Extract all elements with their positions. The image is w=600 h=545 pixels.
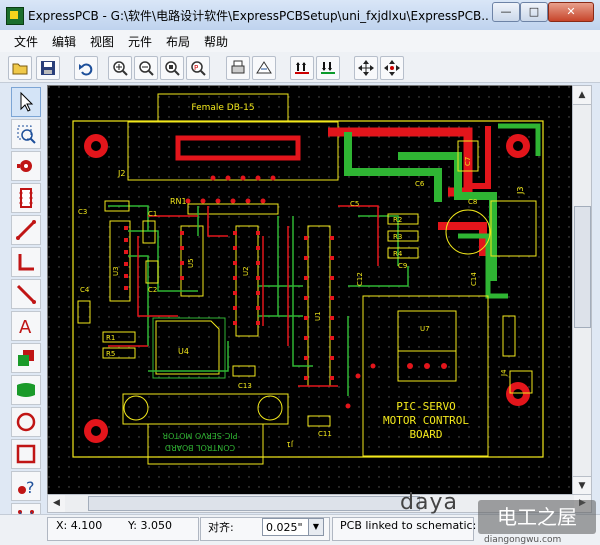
label-c6: C6	[415, 180, 425, 188]
label-u7: U7	[420, 325, 430, 333]
board-line1: PIC-SERVO	[396, 400, 456, 413]
label-j1: J1	[286, 440, 294, 448]
label-c4: C4	[80, 286, 90, 294]
layout-icon[interactable]	[252, 56, 276, 80]
vertical-scrollbar[interactable]: ▲ ▼	[572, 85, 592, 496]
zoom-out-icon[interactable]	[134, 56, 158, 80]
label-c13: C13	[238, 382, 252, 390]
label-j2: J2	[117, 169, 125, 178]
component-icon[interactable]	[11, 183, 41, 213]
label-u2: U2	[242, 266, 250, 276]
layer-icon[interactable]	[11, 343, 41, 373]
trace-icon[interactable]	[11, 215, 41, 245]
watermark-badge: 电工之屋	[478, 500, 596, 534]
diagonal-icon[interactable]	[11, 279, 41, 309]
label-c9: C9	[398, 262, 407, 270]
mirror-line1: PIC-SERVO MOTOR	[162, 431, 237, 440]
open-icon[interactable]	[8, 56, 32, 80]
circle-icon[interactable]	[11, 407, 41, 437]
rectangle-icon[interactable]	[11, 439, 41, 469]
zoom-fit-icon[interactable]	[160, 56, 184, 80]
menu-view[interactable]: 视图	[90, 33, 114, 50]
label-u4: U4	[178, 347, 189, 356]
minimize-button[interactable]: —	[492, 2, 520, 22]
pcb-canvas[interactable]: Female DB-15 J2 PIC-SERVO MOTOR CONTROL …	[47, 85, 573, 496]
plane-icon[interactable]	[11, 375, 41, 405]
scroll-left-icon[interactable]: ◀	[48, 495, 65, 512]
menu-layout[interactable]: 布局	[166, 33, 190, 50]
label-c12: C12	[356, 272, 364, 286]
select-arrow-icon[interactable]	[11, 87, 41, 117]
align-select[interactable]: 0.025" ▼	[262, 518, 324, 536]
label-u1: U1	[314, 311, 322, 321]
move-icon[interactable]	[354, 56, 378, 80]
zoom-in-icon[interactable]	[108, 56, 132, 80]
scroll-up-icon[interactable]: ▲	[573, 86, 591, 105]
maximize-button[interactable]: □	[520, 2, 548, 22]
app-icon	[6, 7, 24, 25]
label-c5: C5	[350, 200, 359, 208]
label-c1: C1	[148, 210, 157, 218]
label-r4: R4	[393, 250, 403, 258]
label-c7: C7	[464, 157, 472, 166]
menu-bar: 文件 编辑 视图 元件 布局 帮助	[0, 30, 600, 53]
trace-down-icon[interactable]	[316, 56, 340, 80]
undo-icon[interactable]	[74, 56, 98, 80]
save-icon[interactable]	[36, 56, 60, 80]
zoom-select-icon[interactable]	[11, 119, 41, 149]
text-icon[interactable]: A	[11, 311, 41, 341]
align-label: 对齐:	[208, 521, 234, 534]
menu-edit[interactable]: 编辑	[52, 33, 76, 50]
close-button[interactable]: ✕	[548, 2, 594, 22]
board-line3: BOARD	[409, 428, 442, 441]
label-r3: R3	[393, 233, 402, 241]
window-title: ExpressPCB - G:\软件\电路设计软件\ExpressPCBSetu…	[28, 9, 488, 23]
pcb-drawing: Female DB-15 J2 PIC-SERVO MOTOR CONTROL …	[48, 86, 572, 495]
schematic-link-status: PCB linked to schematic:	[340, 519, 477, 532]
menu-file[interactable]: 文件	[14, 33, 38, 50]
label-rn1: RN1	[170, 197, 187, 206]
left-tool-palette: A ?	[8, 85, 44, 535]
svg-text:A: A	[19, 317, 32, 337]
label-j3: J3	[516, 187, 525, 195]
label-c11: C11	[318, 430, 332, 438]
label-j4: J4	[500, 369, 508, 377]
align-value: 0.025"	[266, 521, 303, 534]
label-r1: R1	[106, 334, 115, 342]
trace-up-icon[interactable]	[290, 56, 314, 80]
y-coordinate: Y: 3.050	[128, 519, 172, 532]
mirror-line2: CONTROL BOARD	[165, 443, 235, 452]
menu-component[interactable]: 元件	[128, 33, 152, 50]
title-bar: ExpressPCB - G:\软件\电路设计软件\ExpressPCBSetu…	[0, 0, 600, 31]
label-u3: U3	[112, 266, 120, 276]
help-icon[interactable]: ?	[11, 471, 41, 501]
vertical-scroll-thumb[interactable]	[574, 206, 591, 328]
pad-icon[interactable]	[11, 151, 41, 181]
label-r2: R2	[393, 216, 402, 224]
label-u5: U5	[187, 258, 195, 268]
corner-icon[interactable]	[11, 247, 41, 277]
board-line2: MOTOR CONTROL	[383, 414, 469, 427]
chevron-down-icon[interactable]: ▼	[308, 519, 323, 535]
conn-top-label: Female DB-15	[191, 103, 254, 113]
menu-help[interactable]: 帮助	[204, 33, 228, 50]
watermark-logo: daya	[400, 490, 458, 515]
svg-text:P: P	[194, 64, 198, 72]
print-icon[interactable]	[226, 56, 250, 80]
scroll-down-icon[interactable]: ▼	[573, 476, 591, 495]
label-c2: C2	[148, 286, 157, 294]
label-r5: R5	[106, 350, 115, 358]
x-coordinate: X: 4.100	[56, 519, 103, 532]
toolbar: P	[0, 52, 600, 83]
zoom-area-icon[interactable]: P	[186, 56, 210, 80]
label-c8: C8	[468, 198, 477, 206]
svg-text:?: ?	[26, 478, 35, 497]
rotate-icon[interactable]	[380, 56, 404, 80]
label-c14: C14	[470, 272, 478, 286]
label-c3: C3	[78, 208, 87, 216]
horizontal-scroll-thumb[interactable]	[88, 496, 420, 511]
